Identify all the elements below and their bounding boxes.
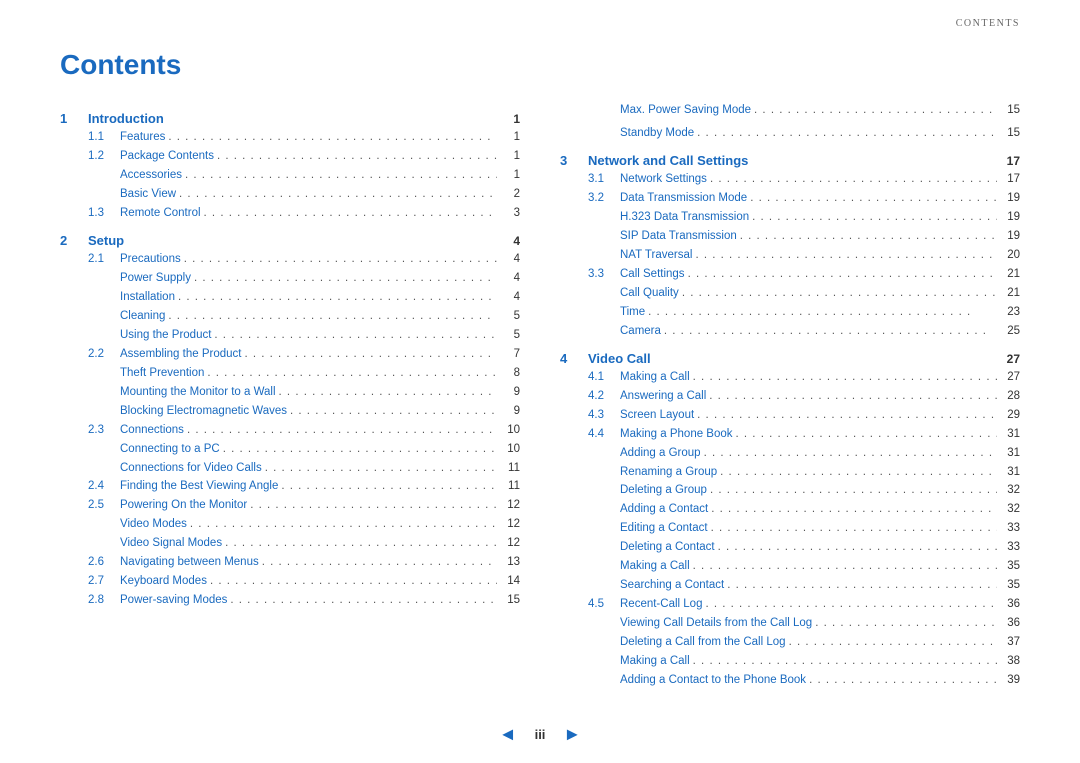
toc-entry: Standby Mode . . . . . . . . . . . . . .…: [560, 124, 1020, 143]
toc-entry: Camera . . . . . . . . . . . . . . . . .…: [560, 322, 1020, 341]
toc-entry: Connecting to a PC . . . . . . . . . . .…: [60, 440, 520, 459]
toc-entry: Adding a Group . . . . . . . . . . . . .…: [560, 444, 1020, 463]
next-page-button[interactable]: ►: [563, 724, 581, 745]
toc-entry: 3.3Call Settings . . . . . . . . . . . .…: [560, 265, 1020, 284]
page-header: CONTENTS: [0, 0, 1080, 29]
toc-entry: 4.3Screen Layout . . . . . . . . . . . .…: [560, 406, 1020, 425]
prev-page-button[interactable]: ◄: [499, 724, 517, 745]
toc-entry: 2.8Power-saving Modes . . . . . . . . . …: [60, 591, 520, 610]
toc-entry: Installation . . . . . . . . . . . . . .…: [60, 288, 520, 307]
toc-entry: Max. Power Saving Mode . . . . . . . . .…: [560, 101, 1020, 120]
toc-entry: SIP Data Transmission . . . . . . . . . …: [560, 227, 1020, 246]
section-heading: 2Setup4: [60, 233, 520, 248]
toc-entry: Making a Call . . . . . . . . . . . . . …: [560, 652, 1020, 671]
toc-entry: Renaming a Group . . . . . . . . . . . .…: [560, 463, 1020, 482]
toc-entry: 3.2Data Transmission Mode . . . . . . . …: [560, 189, 1020, 208]
toc-entry: 4.4Making a Phone Book . . . . . . . . .…: [560, 425, 1020, 444]
toc-entry: Blocking Electromagnetic Waves . . . . .…: [60, 402, 520, 421]
toc-entry: 2.2Assembling the Product . . . . . . . …: [60, 345, 520, 364]
toc-entry: Searching a Contact . . . . . . . . . . …: [560, 576, 1020, 595]
toc-entry: Power Supply . . . . . . . . . . . . . .…: [60, 269, 520, 288]
toc-entry: 2.3Connections . . . . . . . . . . . . .…: [60, 421, 520, 440]
toc-entry: 1.2Package Contents . . . . . . . . . . …: [60, 147, 520, 166]
right-column: Max. Power Saving Mode . . . . . . . . .…: [560, 101, 1020, 690]
toc-entry: H.323 Data Transmission . . . . . . . . …: [560, 208, 1020, 227]
page-number: iii: [535, 727, 546, 742]
left-column: 1Introduction1 1.1Features . . . . . . . …: [60, 101, 520, 690]
toc-entry: NAT Traversal . . . . . . . . . . . . . …: [560, 246, 1020, 265]
toc-entry: Video Signal Modes . . . . . . . . . . .…: [60, 534, 520, 553]
toc-entry: 3.1Network Settings . . . . . . . . . . …: [560, 170, 1020, 189]
toc-entry: 4.5Recent-Call Log . . . . . . . . . . .…: [560, 595, 1020, 614]
toc-entry: 4.1Making a Call . . . . . . . . . . . .…: [560, 368, 1020, 387]
toc-entry: Call Quality . . . . . . . . . . . . . .…: [560, 284, 1020, 303]
toc-entry: 2.4Finding the Best Viewing Angle . . . …: [60, 477, 520, 496]
toc-entry: Mounting the Monitor to a Wall . . . . .…: [60, 383, 520, 402]
toc-entry: Making a Call . . . . . . . . . . . . . …: [560, 557, 1020, 576]
toc-entry: 4.2Answering a Call . . . . . . . . . . …: [560, 387, 1020, 406]
toc-entry: Time . . . . . . . . . . . . . . . . . .…: [560, 303, 1020, 322]
toc-entry: Deleting a Contact . . . . . . . . . . .…: [560, 538, 1020, 557]
toc-entry: Video Modes . . . . . . . . . . . . . . …: [60, 515, 520, 534]
section-heading: 3Network and Call Settings17: [560, 153, 1020, 168]
toc-entry: Deleting a Call from the Call Log . . . …: [560, 633, 1020, 652]
toc-entry: Cleaning . . . . . . . . . . . . . . . .…: [60, 307, 520, 326]
toc-entry: 1.3Remote Control . . . . . . . . . . . …: [60, 204, 520, 223]
toc-entry: Editing a Contact . . . . . . . . . . . …: [560, 519, 1020, 538]
section-heading: 1Introduction1: [60, 111, 520, 126]
toc-entry: Connections for Video Calls . . . . . . …: [60, 459, 520, 478]
section-heading: 4Video Call27: [560, 351, 1020, 366]
toc-entry: Adding a Contact to the Phone Book . . .…: [560, 671, 1020, 690]
toc-entry: 2.7Keyboard Modes . . . . . . . . . . . …: [60, 572, 520, 591]
toc-entry: Adding a Contact . . . . . . . . . . . .…: [560, 500, 1020, 519]
toc-entry: Theft Prevention . . . . . . . . . . . .…: [60, 364, 520, 383]
toc-entry: Basic View . . . . . . . . . . . . . . .…: [60, 185, 520, 204]
toc-entry: Deleting a Group . . . . . . . . . . . .…: [560, 481, 1020, 500]
toc-entry: 2.6Navigating between Menus . . . . . . …: [60, 553, 520, 572]
toc-entry: 2.1Precautions . . . . . . . . . . . . .…: [60, 250, 520, 269]
toc-entry: Viewing Call Details from the Call Log .…: [560, 614, 1020, 633]
toc-entry: 1.1Features . . . . . . . . . . . . . . …: [60, 128, 520, 147]
toc-entry: Using the Product . . . . . . . . . . . …: [60, 326, 520, 345]
page-footer: ◄ iii ►: [0, 724, 1080, 745]
toc-entry: 2.5Powering On the Monitor . . . . . . .…: [60, 496, 520, 515]
page-title: Contents: [0, 29, 1080, 101]
toc-entry: Accessories . . . . . . . . . . . . . . …: [60, 166, 520, 185]
